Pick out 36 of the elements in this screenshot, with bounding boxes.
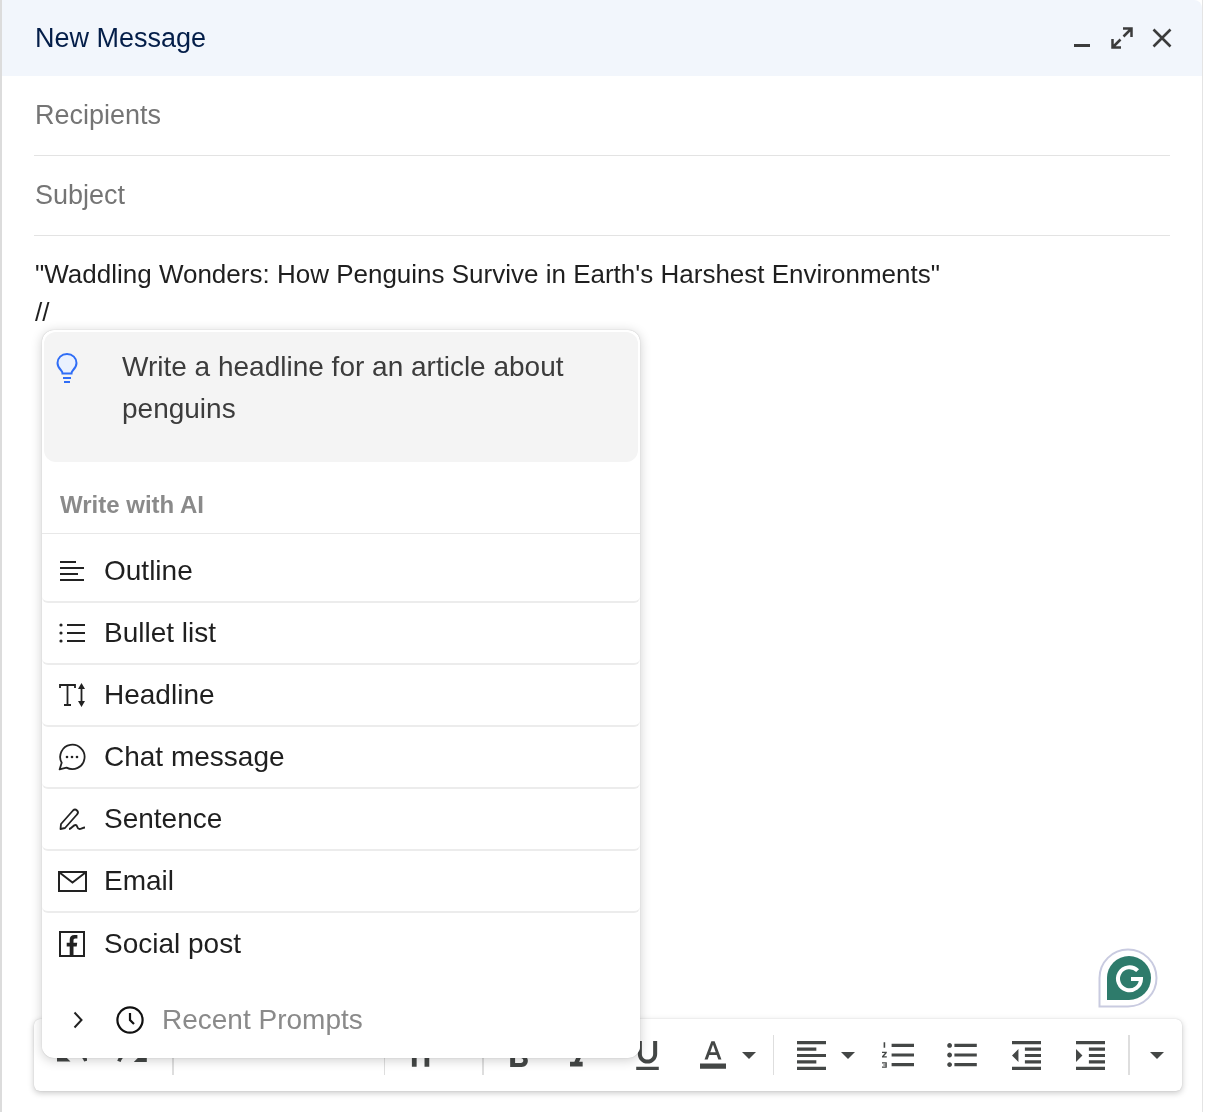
text-color-icon <box>699 1041 726 1069</box>
window-title: New Message <box>35 22 207 55</box>
expand-icon <box>1111 27 1133 49</box>
close-icon <box>1152 28 1172 48</box>
section-heading: Write with AI <box>42 462 640 534</box>
indent-more-icon <box>1075 1040 1105 1070</box>
caret-icon <box>1149 1051 1164 1059</box>
suggestion-item[interactable]: Write a headline for an article about penguins <box>44 332 638 462</box>
menu-item[interactable]: Outline <box>42 541 640 603</box>
menu-item[interactable]: Bullet list <box>42 603 640 665</box>
text-height-icon <box>58 683 86 707</box>
menu-item[interactable]: Chat message <box>42 727 640 789</box>
bullet-list-icon <box>59 623 85 643</box>
menu-item[interactable]: Social post <box>42 913 640 975</box>
recipients-field[interactable]: Recipients <box>34 76 1170 156</box>
bulleted-list-icon <box>947 1043 977 1067</box>
chat-bubble-icon <box>58 743 86 771</box>
f-square-icon <box>59 931 85 957</box>
pen-icon <box>58 806 86 832</box>
g-logo-icon <box>1098 948 1158 1008</box>
lightbulb-icon <box>54 352 80 384</box>
clock-icon <box>116 1006 144 1034</box>
numbered-list-icon <box>882 1042 914 1068</box>
subject-field[interactable]: Subject <box>34 156 1170 236</box>
caret-icon <box>741 1051 756 1059</box>
minimize-icon <box>1074 43 1090 47</box>
caret-icon <box>841 1051 855 1059</box>
writing-assistant-button[interactable] <box>1098 948 1158 1008</box>
menu-item[interactable]: Headline <box>42 665 640 727</box>
menu-item[interactable]: Email <box>42 851 640 913</box>
align-left-icon <box>797 1040 826 1070</box>
menu-item[interactable]: Sentence <box>42 789 640 851</box>
envelope-icon <box>57 870 87 892</box>
expand-button[interactable] <box>1108 24 1136 52</box>
text-lines-icon <box>59 561 85 581</box>
indent-less-icon <box>1011 1040 1041 1070</box>
